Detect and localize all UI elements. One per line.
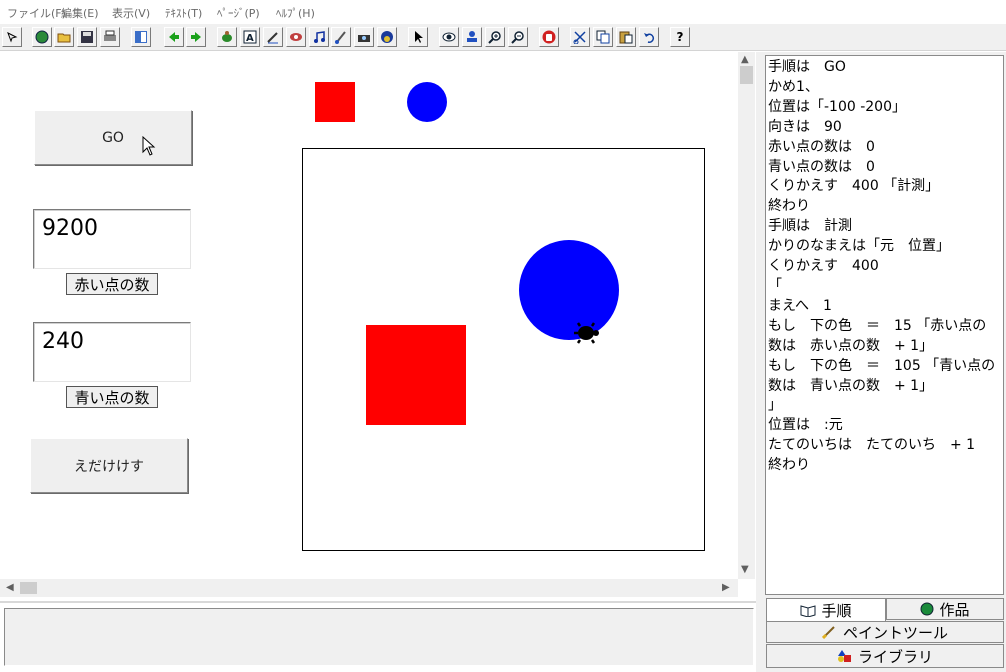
select-mode-icon[interactable] [2, 27, 22, 47]
blue-circle-palette[interactable] [407, 82, 447, 122]
procedure-editor[interactable]: 手順は GO かめ1、 位置は「-100 -200」 向きは 90 赤い点の数は… [765, 55, 1004, 595]
script-line: もし 下の色 ＝ 105 「青い点の [768, 357, 996, 374]
menu-edit[interactable]: 編集(E) [61, 5, 99, 21]
blue-count-label[interactable]: 青い点の数 [66, 386, 158, 408]
script-line: 手順は GO [768, 59, 846, 75]
help-icon[interactable]: ? [670, 27, 690, 47]
vertical-scroll-thumb[interactable] [740, 66, 753, 84]
zoom-in-icon[interactable] [485, 27, 505, 47]
script-line: 数は 青い点の数 + 1」 [768, 377, 934, 394]
divider [0, 601, 756, 603]
svg-text:A: A [246, 33, 254, 44]
book-icon [800, 605, 816, 617]
copy-icon[interactable] [593, 27, 613, 47]
music-icon[interactable] [309, 27, 329, 47]
panel-icon[interactable] [131, 27, 151, 47]
script-line: くりかえす 400 [768, 258, 879, 275]
open-folder-icon[interactable] [54, 27, 74, 47]
vertical-scrollbar[interactable]: ▲ ▼ [738, 52, 755, 579]
stamp-icon[interactable] [462, 27, 482, 47]
tab-paint-label: ペイントツール [842, 623, 948, 642]
go-button-label: GO [102, 129, 124, 146]
script-line: 「 [768, 277, 782, 294]
script-line: 数は 赤い点の数 + 1」 [768, 337, 934, 354]
red-square-shape [366, 325, 466, 425]
erase-button[interactable]: えだけけす [30, 438, 188, 493]
back-arrow-icon[interactable] [164, 27, 184, 47]
drawing-canvas[interactable] [302, 148, 705, 551]
red-count-display: 9200 [33, 209, 191, 269]
blue-count-display: 240 [33, 322, 191, 382]
script-line: くりかえす 400 「計測」 [768, 178, 940, 195]
script-line: 青い点の数は 0 [768, 158, 875, 175]
view-icon[interactable] [439, 27, 459, 47]
tab-paint-tool[interactable]: ペイントツール [766, 621, 1004, 643]
camera-icon[interactable] [354, 27, 374, 47]
save-icon[interactable] [77, 27, 97, 47]
blue-circle-shape [519, 240, 619, 340]
script-line: まえへ 1 [768, 297, 832, 314]
menu-bar: ファイル(F) 編集(E) 表示(V) ﾃｷｽﾄ(T) ﾍﾟｰｼﾞ(P) ﾍﾙﾌ… [0, 0, 1006, 24]
tab-procedure-label: 手順 [821, 601, 852, 620]
tab-work[interactable]: 作品 [886, 598, 1004, 620]
text-box-icon[interactable]: A [240, 27, 260, 47]
zoom-out-icon[interactable] [508, 27, 528, 47]
script-line: 位置は「-100 -200」 [768, 98, 906, 115]
horizontal-scrollbar[interactable]: ◀ ▶ [0, 579, 738, 597]
script-line: 」 [768, 397, 782, 414]
script-line: かりのなまえは「元 位置」 [768, 238, 950, 255]
erase-button-label: えだけけす [74, 458, 144, 475]
script-line: 赤い点の数は 0 [768, 138, 875, 155]
script-line: 手順は 計測 [768, 218, 852, 235]
script-line: 終わり [768, 198, 810, 215]
tab-library[interactable]: ライブラリ [766, 644, 1004, 668]
eye-button-icon[interactable] [286, 27, 306, 47]
menu-text[interactable]: ﾃｷｽﾄ(T) [165, 5, 202, 21]
script-line: かめ1、 [768, 78, 819, 95]
tab-procedure[interactable]: 手順 [766, 598, 886, 621]
menu-view[interactable]: 表示(V) [112, 5, 150, 21]
menu-page[interactable]: ﾍﾟｰｼﾞ(P) [217, 5, 260, 21]
print-icon[interactable] [100, 27, 120, 47]
photo-icon[interactable] [377, 27, 397, 47]
go-button[interactable]: GO [34, 110, 192, 165]
paint-icon[interactable] [331, 27, 351, 47]
turtle-icon[interactable] [217, 27, 237, 47]
horizontal-scroll-thumb[interactable] [20, 582, 37, 594]
script-line: 位置は :元 [768, 417, 843, 434]
globe-icon[interactable] [32, 27, 52, 47]
globe-icon [920, 602, 934, 616]
shapes-icon [837, 650, 851, 662]
tab-work-label: 作品 [939, 600, 970, 619]
red-square-palette[interactable] [315, 82, 355, 122]
toolbar: A ? [0, 24, 1006, 51]
paint-brush-icon [821, 626, 835, 639]
scroll-down-icon[interactable]: ▼ [741, 564, 749, 575]
undo-icon[interactable] [639, 27, 659, 47]
script-line: もし 下の色 ＝ 15 「赤い点の [768, 317, 987, 334]
menu-file[interactable]: ファイル(F) [7, 5, 66, 21]
status-bar [4, 608, 754, 666]
paste-icon[interactable] [616, 27, 636, 47]
stop-hand-icon[interactable] [539, 27, 559, 47]
mouse-cursor-icon [142, 136, 156, 156]
tab-library-label: ライブラリ [857, 647, 933, 666]
pen-icon[interactable] [263, 27, 283, 47]
cut-icon[interactable] [570, 27, 590, 47]
script-line: たてのいちは たてのいち + 1 [768, 437, 976, 454]
red-count-label[interactable]: 赤い点の数 [66, 273, 158, 295]
script-line: 向きは 90 [768, 118, 842, 135]
forward-arrow-icon[interactable] [186, 27, 206, 47]
pointer-icon[interactable] [408, 27, 428, 47]
menu-help[interactable]: ﾍﾙﾌﾟ(H) [276, 5, 315, 21]
script-line: 終わり [768, 457, 810, 474]
turtle-icon[interactable] [573, 322, 601, 344]
scroll-up-icon[interactable]: ▲ [741, 54, 749, 65]
scroll-right-icon[interactable]: ▶ [722, 582, 730, 593]
scroll-left-icon[interactable]: ◀ [6, 582, 14, 593]
